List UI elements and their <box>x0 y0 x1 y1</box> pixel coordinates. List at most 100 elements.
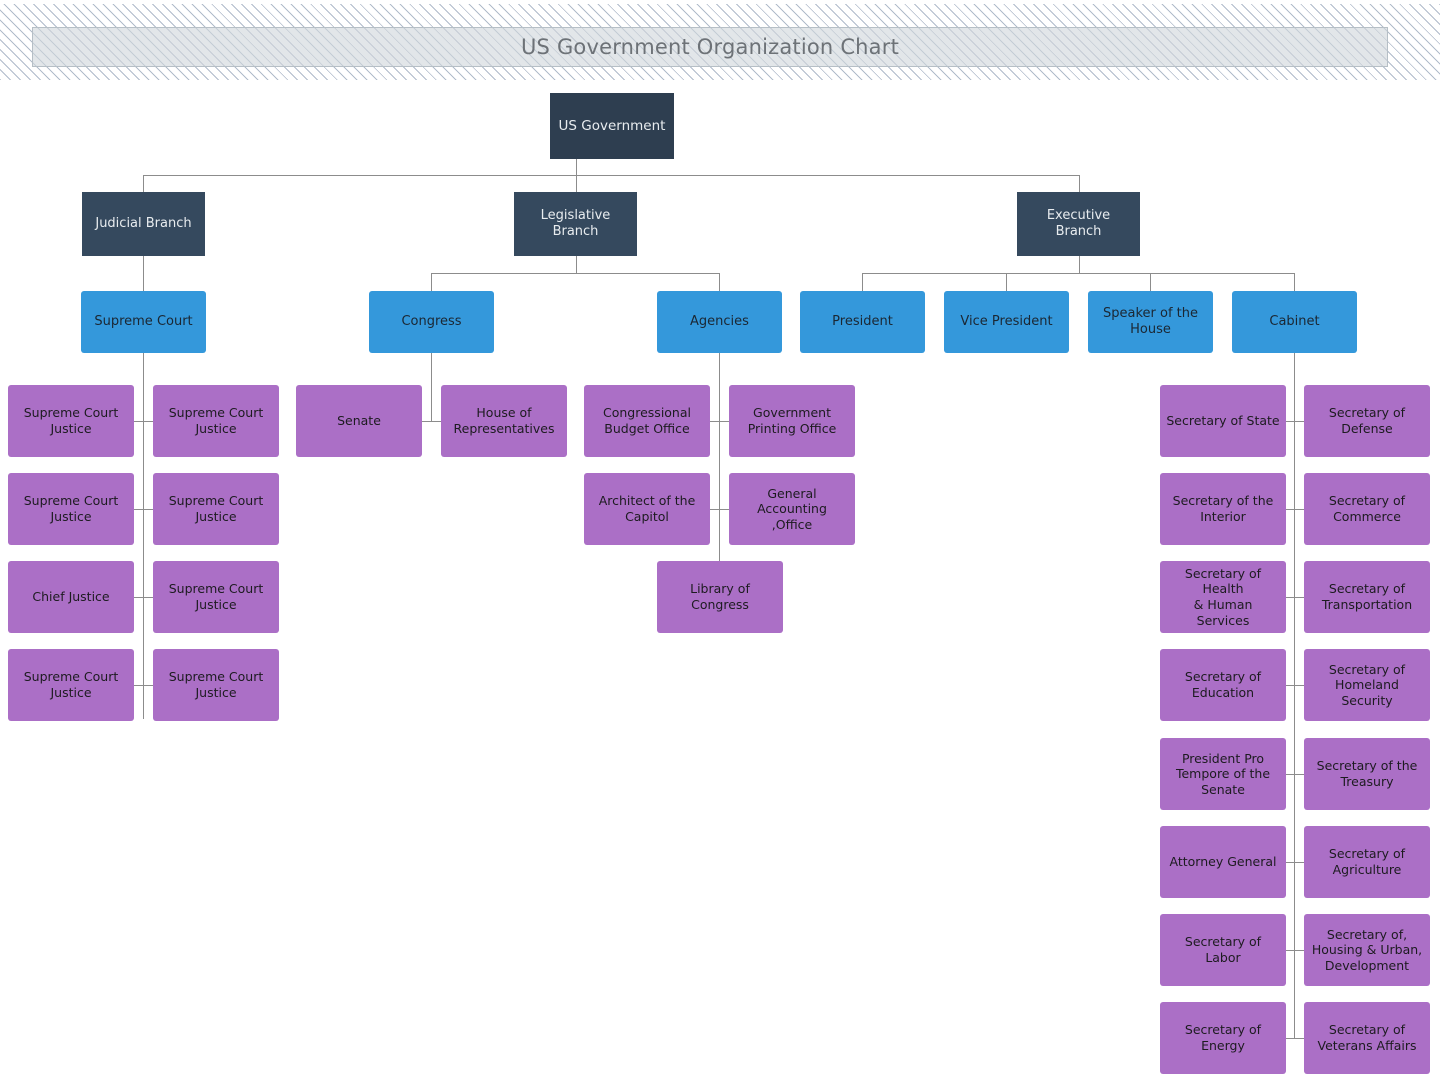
node-secretary-of-health-and-human-services[interactable]: Secretary of Health & Human Services <box>1160 561 1286 633</box>
node-president[interactable]: President <box>800 291 925 353</box>
connector-judicial-supremecourt <box>143 256 144 291</box>
connector-agencies-trunk <box>719 353 720 565</box>
node-secretary-of-labor[interactable]: Secretary of Labor <box>1160 914 1286 986</box>
node-government-printing-office[interactable]: Government Printing Office <box>729 385 855 457</box>
connector-judicial-down <box>143 175 144 193</box>
connector-scj-stub-4 <box>134 685 154 686</box>
node-congressional-budget-office[interactable]: Congressional Budget Office <box>584 385 710 457</box>
connector-branch-bus <box>143 175 1080 176</box>
node-label: US Government <box>558 117 666 134</box>
node-supreme-court-justice[interactable]: Supreme Court Justice <box>8 473 134 545</box>
connector-cabinet-stub-7 <box>1285 950 1305 951</box>
node-label: Secretary of Health & Human Services <box>1184 565 1262 628</box>
node-vice-president[interactable]: Vice President <box>944 291 1069 353</box>
node-us-government[interactable]: US Government <box>550 93 674 159</box>
node-label: Supreme Court Justice <box>168 581 264 612</box>
node-library-of-congress[interactable]: Library of Congress <box>657 561 783 633</box>
connector-legislative-down2 <box>576 256 577 273</box>
node-label: House of Representatives <box>453 405 555 436</box>
connector-congress-trunk <box>431 353 432 421</box>
node-label: Secretary of, Housing & Urban, Developme… <box>1311 926 1423 973</box>
node-supreme-court-justice[interactable]: Supreme Court Justice <box>153 561 279 633</box>
node-speaker-of-the-house[interactable]: Speaker of the House <box>1088 291 1213 353</box>
connector-scj-stub-3 <box>134 597 154 598</box>
connector-agency-stub-1 <box>710 421 730 422</box>
node-secretary-of-state[interactable]: Secretary of State <box>1160 385 1286 457</box>
node-label: Secretary of the Interior <box>1172 493 1274 524</box>
connector-speaker-down <box>1150 273 1151 291</box>
node-label: Attorney General <box>1169 854 1277 870</box>
node-label: Secretary of Agriculture <box>1328 846 1406 877</box>
node-supreme-court-justice[interactable]: Supreme Court Justice <box>153 385 279 457</box>
node-label: Government Printing Office <box>747 405 837 436</box>
node-label: Executive Branch <box>1046 207 1111 239</box>
connector-executive-down2 <box>1079 256 1080 273</box>
node-secretary-of-veterans-affairs[interactable]: Secretary of Veterans Affairs <box>1304 1002 1430 1074</box>
node-general-accounting-office[interactable]: General Accounting ,Office <box>729 473 855 545</box>
node-house-of-representatives[interactable]: House of Representatives <box>441 385 567 457</box>
node-label: Congressional Budget Office <box>603 405 691 436</box>
node-secretary-of-homeland-security[interactable]: Secretary of Homeland Security <box>1304 649 1430 721</box>
node-label: Architect of the Capitol <box>598 493 696 524</box>
node-secretary-of-energy[interactable]: Secretary of Energy <box>1160 1002 1286 1074</box>
connector-cabinet-stub-6 <box>1285 862 1305 863</box>
node-congress[interactable]: Congress <box>369 291 494 353</box>
connector-cabinet-stub-1 <box>1285 421 1305 422</box>
node-secretary-of-defense[interactable]: Secretary of Defense <box>1304 385 1430 457</box>
node-president-pro-tempore-of-the-senate[interactable]: President Pro Tempore of the Senate <box>1160 738 1286 810</box>
node-architect-of-the-capitol[interactable]: Architect of the Capitol <box>584 473 710 545</box>
node-supreme-court-justice[interactable]: Supreme Court Justice <box>8 649 134 721</box>
node-label: Supreme Court Justice <box>168 405 264 436</box>
node-supreme-court-justice[interactable]: Supreme Court Justice <box>153 649 279 721</box>
connector-cabinet-stub-8 <box>1285 1038 1305 1039</box>
connector-cabinet-down <box>1294 273 1295 291</box>
node-secretary-of-education[interactable]: Secretary of Education <box>1160 649 1286 721</box>
connector-agencies-down <box>719 273 720 291</box>
connector-congress-down <box>431 273 432 291</box>
connector-legislative-bus <box>431 273 720 274</box>
node-label: Secretary of State <box>1166 413 1280 429</box>
connector-root-down <box>576 159 577 175</box>
node-label: Library of Congress <box>690 581 750 612</box>
node-executive-branch[interactable]: Executive Branch <box>1017 192 1140 256</box>
connector-cabinet-stub-5 <box>1285 774 1305 775</box>
node-label: Supreme Court Justice <box>168 493 264 524</box>
node-chief-justice[interactable]: Chief Justice <box>8 561 134 633</box>
connector-president-down <box>862 273 863 291</box>
node-supreme-court-justice[interactable]: Supreme Court Justice <box>8 385 134 457</box>
node-label: Secretary of Education <box>1184 669 1262 700</box>
node-agencies[interactable]: Agencies <box>657 291 782 353</box>
node-label: Secretary of Veterans Affairs <box>1317 1022 1417 1053</box>
node-label: President <box>832 313 893 329</box>
node-senate[interactable]: Senate <box>296 385 422 457</box>
node-label: Supreme Court Justice <box>23 405 119 436</box>
connector-supremecourt-trunk <box>143 353 144 719</box>
node-label: Supreme Court Justice <box>23 493 119 524</box>
node-label: Secretary of Homeland Security <box>1328 661 1406 708</box>
node-label: Judicial Branch <box>95 215 192 231</box>
node-legislative-branch[interactable]: Legislative Branch <box>514 192 637 256</box>
connector-scj-stub-2 <box>134 509 154 510</box>
connector-executive-bus <box>862 273 1295 274</box>
node-label: Supreme Court <box>94 313 193 329</box>
node-secretary-of-the-treasury[interactable]: Secretary of the Treasury <box>1304 738 1430 810</box>
connector-congress-stub-1 <box>422 421 442 422</box>
node-judicial-branch[interactable]: Judicial Branch <box>82 192 205 256</box>
node-label: Congress <box>401 313 462 329</box>
node-label: Secretary of the Treasury <box>1316 758 1418 789</box>
connector-cabinet-stub-4 <box>1285 685 1305 686</box>
node-label: Supreme Court Justice <box>23 669 119 700</box>
node-cabinet[interactable]: Cabinet <box>1232 291 1357 353</box>
node-supreme-court-justice[interactable]: Supreme Court Justice <box>153 473 279 545</box>
node-secretary-of-transportation[interactable]: Secretary of Transportation <box>1304 561 1430 633</box>
node-secretary-of-housing-and-urban-development[interactable]: Secretary of, Housing & Urban, Developme… <box>1304 914 1430 986</box>
node-attorney-general[interactable]: Attorney General <box>1160 826 1286 898</box>
node-label: Supreme Court Justice <box>168 669 264 700</box>
node-secretary-of-agriculture[interactable]: Secretary of Agriculture <box>1304 826 1430 898</box>
node-secretary-of-the-interior[interactable]: Secretary of the Interior <box>1160 473 1286 545</box>
node-label: Secretary of Transportation <box>1321 581 1413 612</box>
connector-cabinet-stub-2 <box>1285 509 1305 510</box>
connector-vicepresident-down <box>1006 273 1007 291</box>
node-supreme-court[interactable]: Supreme Court <box>81 291 206 353</box>
node-secretary-of-commerce[interactable]: Secretary of Commerce <box>1304 473 1430 545</box>
